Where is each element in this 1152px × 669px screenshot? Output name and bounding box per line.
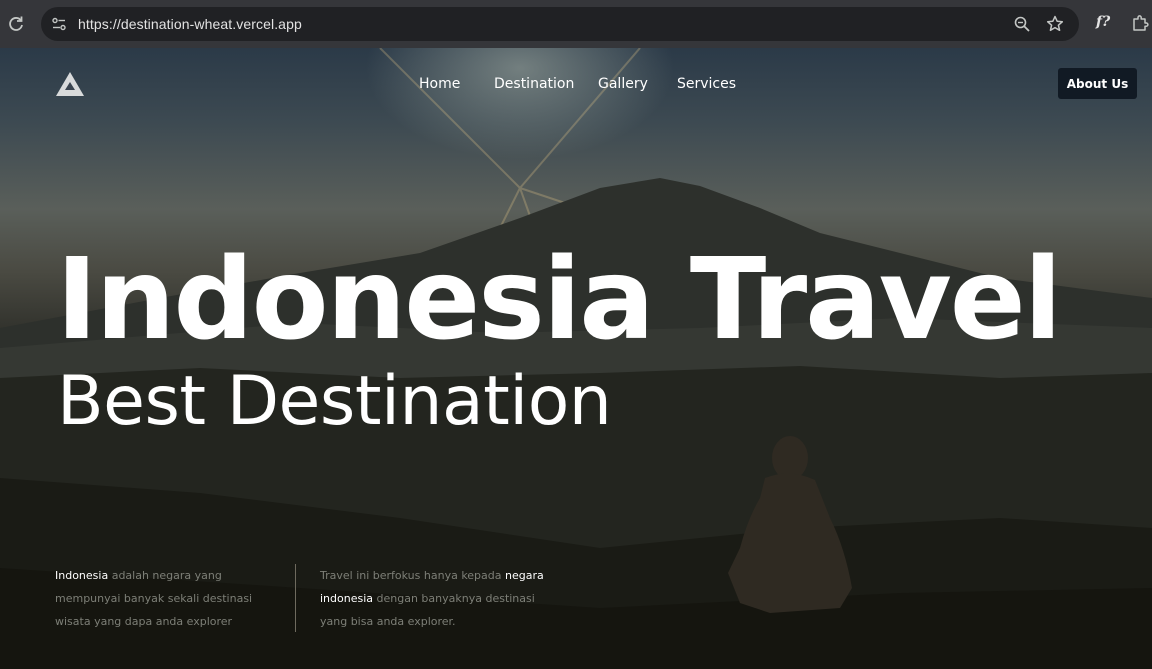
brand-logo[interactable]	[55, 70, 85, 98]
nav-services[interactable]: Services	[677, 76, 736, 92]
site-info-icon[interactable]	[51, 16, 67, 32]
fx-extension-icon[interactable]: f?	[1096, 14, 1110, 30]
info-right-text-before: Travel ini berfokus hanya kepada	[320, 569, 506, 582]
bookmark-star-icon[interactable]	[1045, 14, 1065, 34]
hero-subtitle: Best Destination	[57, 362, 612, 441]
browser-toolbar: https://destination-wheat.vercel.app f?	[0, 0, 1152, 48]
info-divider	[295, 564, 296, 632]
extensions-puzzle-icon[interactable]	[1130, 13, 1150, 33]
nav-gallery[interactable]: Gallery	[598, 76, 648, 92]
nav-home[interactable]: Home	[419, 76, 460, 92]
address-bar[interactable]: https://destination-wheat.vercel.app	[41, 7, 1079, 41]
about-us-button[interactable]: About Us	[1058, 68, 1137, 99]
info-text-left: Indonesia adalah negara yang mempunyai b…	[55, 564, 287, 633]
info-left-highlight: Indonesia	[55, 569, 109, 582]
url-text[interactable]: https://destination-wheat.vercel.app	[78, 16, 302, 32]
info-text-right: Travel ini berfokus hanya kepada negara …	[320, 564, 552, 633]
reload-icon[interactable]	[6, 14, 26, 34]
hero-title: Indonesia Travel	[56, 235, 1062, 365]
nav-destination[interactable]: Destination	[494, 76, 574, 92]
hero-section: Home Destination Gallery Services About …	[0, 48, 1152, 669]
zoom-icon[interactable]	[1013, 15, 1031, 33]
